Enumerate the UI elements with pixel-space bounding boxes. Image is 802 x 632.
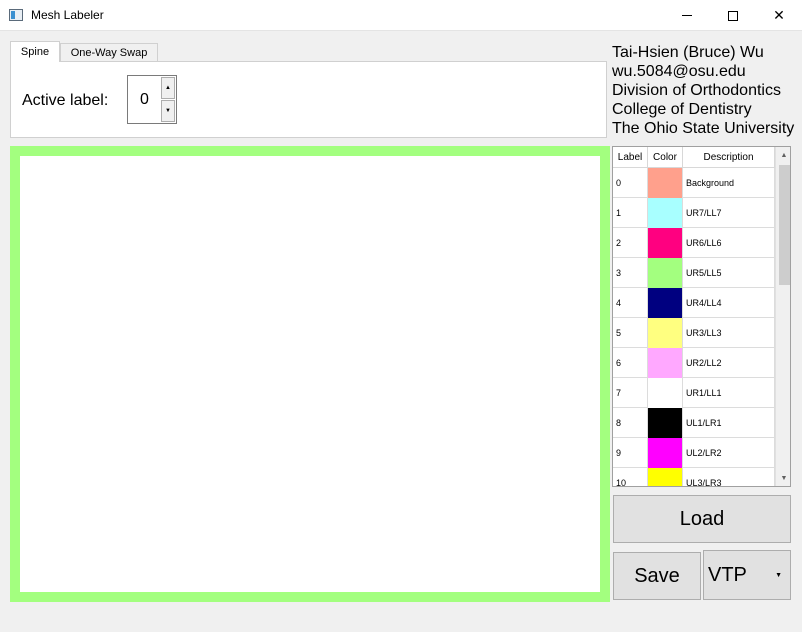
table-row[interactable]: 1 UR7/LL7 [613, 198, 775, 228]
scroll-up-icon[interactable]: ▲ [776, 147, 790, 163]
table-header: Label Color Description [613, 147, 775, 168]
save-button[interactable]: Save [613, 552, 701, 600]
status-bar [0, 612, 802, 632]
row-label[interactable]: 8 [613, 408, 648, 438]
arrow-down-icon: ▼ [165, 108, 171, 114]
college-name: College of Dentistry [612, 101, 752, 118]
spin-down-button[interactable]: ▼ [161, 100, 175, 122]
minimize-icon [682, 15, 692, 16]
app-icon [9, 9, 23, 21]
active-label-value[interactable]: 0 [128, 91, 161, 109]
row-color-swatch[interactable] [648, 408, 683, 438]
division-name: Division of Orthodontics [612, 82, 781, 99]
author-name: Tai-Hsien (Bruce) Wu [612, 44, 764, 61]
row-color-swatch[interactable] [648, 348, 683, 378]
table-row[interactable]: 7 UR1/LL1 [613, 378, 775, 408]
row-color-swatch[interactable] [648, 288, 683, 318]
row-color-swatch[interactable] [648, 228, 683, 258]
tab-one-way-swap[interactable]: One-Way Swap [60, 43, 158, 62]
scroll-down-icon[interactable]: ▼ [776, 470, 790, 486]
table-body: 0 Background 1 UR7/LL7 2 UR6/LL6 3 UR5/LL5 4 UR4/… [613, 168, 775, 486]
maximize-button[interactable] [710, 0, 756, 31]
row-description[interactable]: UR5/LL5 [683, 258, 775, 288]
close-button[interactable]: ✕ [756, 0, 802, 31]
row-label[interactable]: 2 [613, 228, 648, 258]
row-color-swatch[interactable] [648, 198, 683, 228]
row-label[interactable]: 4 [613, 288, 648, 318]
row-color-swatch[interactable] [648, 468, 683, 486]
table-row[interactable]: 4 UR4/LL4 [613, 288, 775, 318]
row-description[interactable]: UR1/LL1 [683, 378, 775, 408]
table-row[interactable]: 6 UR2/LL2 [613, 348, 775, 378]
row-label[interactable]: 7 [613, 378, 648, 408]
tab-spine[interactable]: Spine [10, 41, 60, 62]
row-label[interactable]: 1 [613, 198, 648, 228]
active-label-text: Active label: [22, 92, 109, 109]
active-label-spinbox[interactable]: 0 ▲ ▼ [127, 75, 177, 124]
window-title: Mesh Labeler [31, 8, 104, 22]
row-color-swatch[interactable] [648, 378, 683, 408]
close-icon: ✕ [773, 7, 785, 23]
minimize-button[interactable] [664, 0, 710, 31]
table-row[interactable]: 9 UL2/LR2 [613, 438, 775, 468]
label-table: Label Color Description 0 Background 1 UR7/… [612, 146, 791, 487]
mesh-viewport[interactable] [20, 156, 600, 592]
university-name: The Ohio State University [612, 120, 795, 137]
format-select-value: VTP [708, 563, 747, 586]
row-label[interactable]: 5 [613, 318, 648, 348]
table-scrollbar[interactable]: ▲ ▼ [775, 147, 790, 486]
row-label[interactable]: 0 [613, 168, 648, 198]
spine-tab-panel: Active label: 0 ▲ ▼ [10, 61, 607, 138]
spin-up-button[interactable]: ▲ [161, 77, 175, 99]
row-color-swatch[interactable] [648, 438, 683, 468]
author-email: wu.5084@osu.edu [612, 63, 746, 80]
format-select[interactable]: VTP ▼ [703, 550, 791, 600]
header-color[interactable]: Color [648, 147, 683, 168]
row-label[interactable]: 6 [613, 348, 648, 378]
table-row[interactable]: 2 UR6/LL6 [613, 228, 775, 258]
header-label[interactable]: Label [613, 147, 648, 168]
row-description[interactable]: UL2/LR2 [683, 438, 775, 468]
chevron-down-icon: ▼ [775, 572, 782, 579]
row-label[interactable]: 10 [613, 468, 648, 486]
row-description[interactable]: Background [683, 168, 775, 198]
row-color-swatch[interactable] [648, 318, 683, 348]
row-label[interactable]: 9 [613, 438, 648, 468]
scroll-thumb[interactable] [779, 165, 790, 285]
mesh-viewport-frame [10, 146, 610, 602]
table-row[interactable]: 8 UL1/LR1 [613, 408, 775, 438]
row-description[interactable]: UR7/LL7 [683, 198, 775, 228]
table-row[interactable]: 0 Background [613, 168, 775, 198]
row-description[interactable]: UR3/LL3 [683, 318, 775, 348]
arrow-up-icon: ▲ [165, 85, 171, 91]
table-row[interactable]: 10 UL3/LR3 [613, 468, 775, 486]
row-color-swatch[interactable] [648, 168, 683, 198]
row-color-swatch[interactable] [648, 258, 683, 288]
maximize-icon [728, 10, 738, 21]
title-bar: Mesh Labeler ✕ [0, 0, 802, 31]
load-button[interactable]: Load [613, 495, 791, 543]
row-description[interactable]: UL3/LR3 [683, 468, 775, 486]
table-row[interactable]: 5 UR3/LL3 [613, 318, 775, 348]
row-description[interactable]: UL1/LR1 [683, 408, 775, 438]
row-description[interactable]: UR6/LL6 [683, 228, 775, 258]
table-row[interactable]: 3 UR5/LL5 [613, 258, 775, 288]
row-description[interactable]: UR4/LL4 [683, 288, 775, 318]
header-description[interactable]: Description [683, 147, 775, 168]
row-label[interactable]: 3 [613, 258, 648, 288]
row-description[interactable]: UR2/LL2 [683, 348, 775, 378]
